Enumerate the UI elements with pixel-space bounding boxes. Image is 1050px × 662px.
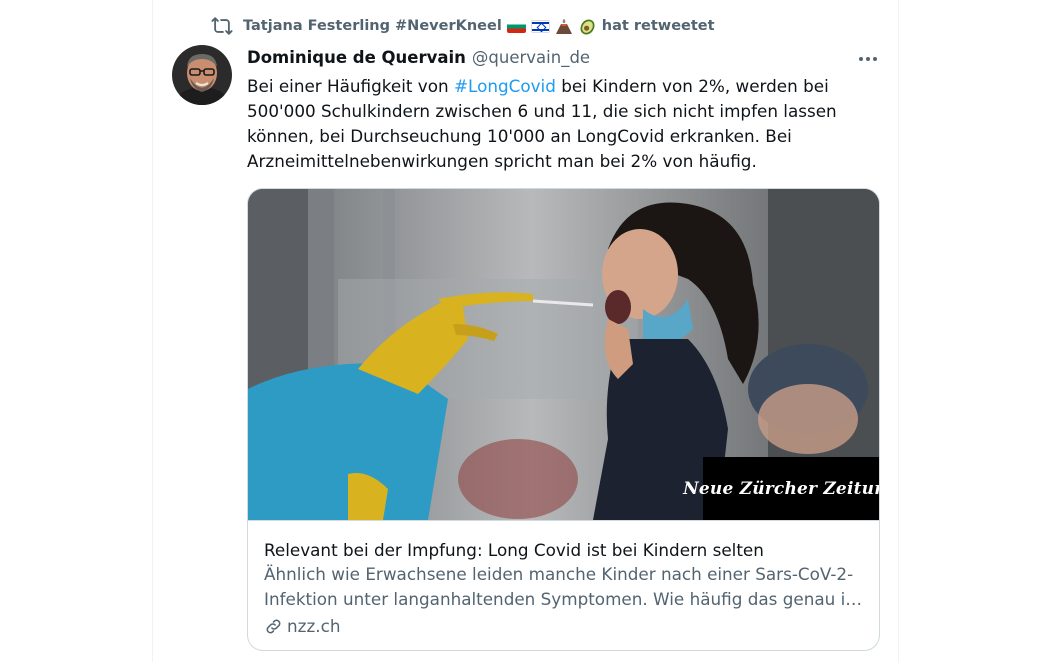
retweet-label[interactable]: Tatjana Festerling #NeverKneel hat retwe… (243, 17, 715, 36)
tweet-text-segment: Bei einer Häufigkeit von (247, 76, 454, 96)
bulgaria-flag-icon (506, 19, 526, 33)
hashtag-link[interactable]: #LongCovid (454, 76, 556, 96)
card-description: Ähnlich wie Erwachsene leiden manche Kin… (264, 562, 869, 612)
card-body[interactable]: Relevant bei der Impfung: Long Covid ist… (264, 538, 869, 638)
more-dot (859, 57, 863, 61)
card-description-line: Infektion unter langanhaltenden Symptome… (264, 589, 869, 609)
card-description-line: Ähnlich wie Erwachsene leiden manche Kin… (264, 564, 854, 584)
tweet-text-line: Bei einer Häufigkeit von #LongCovid bei … (247, 74, 862, 99)
nzz-watermark: Neue Zürcher Zeitung (683, 457, 879, 520)
tweet-text-line: Arzneimittelnebenwirkungen spricht man b… (247, 151, 757, 171)
tweet-text-line: 500'000 Schulkindern zwischen 6 und 11, … (247, 101, 837, 121)
watermark-text: Neue Zürcher Zeitung (683, 478, 879, 499)
retweet-action: hat retweetet (601, 18, 715, 34)
author-name[interactable]: Dominique de Quervain (247, 48, 466, 67)
card-domain-text[interactable]: nzz.ch (287, 614, 340, 638)
tweet-text-segment: bei Kindern von 2%, werden bei (555, 76, 829, 96)
avocado-icon (578, 17, 597, 36)
card-image[interactable]: Neue Zürcher Zeitung (248, 189, 879, 520)
more-dot (866, 57, 870, 61)
more-options-button[interactable] (856, 48, 880, 70)
author-handle[interactable]: @quervain_de (472, 48, 590, 67)
retweet-context: Tatjana Festerling #NeverKneel hat retwe… (211, 15, 715, 37)
israel-flag-icon (530, 19, 550, 33)
retweeter-name[interactable]: Tatjana Festerling #NeverKneel (243, 18, 502, 34)
tweet-text: Bei einer Häufigkeit von #LongCovid bei … (247, 74, 862, 174)
link-icon (264, 617, 283, 636)
card-divider (248, 520, 879, 521)
tweet-text-line: können, bei Durchseuchung 10'000 an Long… (247, 126, 792, 146)
card-title[interactable]: Relevant bei der Impfung: Long Covid ist… (264, 538, 869, 562)
card-domain[interactable]: nzz.ch (264, 614, 869, 638)
link-preview-card[interactable]: Neue Zürcher Zeitung Relevant bei der Im… (247, 188, 880, 651)
volcano-icon (555, 18, 573, 35)
retweet-icon (211, 15, 233, 37)
tweet-header: Dominique de Quervain @quervain_de (247, 48, 590, 70)
avatar[interactable] (172, 45, 232, 105)
more-dot (873, 57, 877, 61)
